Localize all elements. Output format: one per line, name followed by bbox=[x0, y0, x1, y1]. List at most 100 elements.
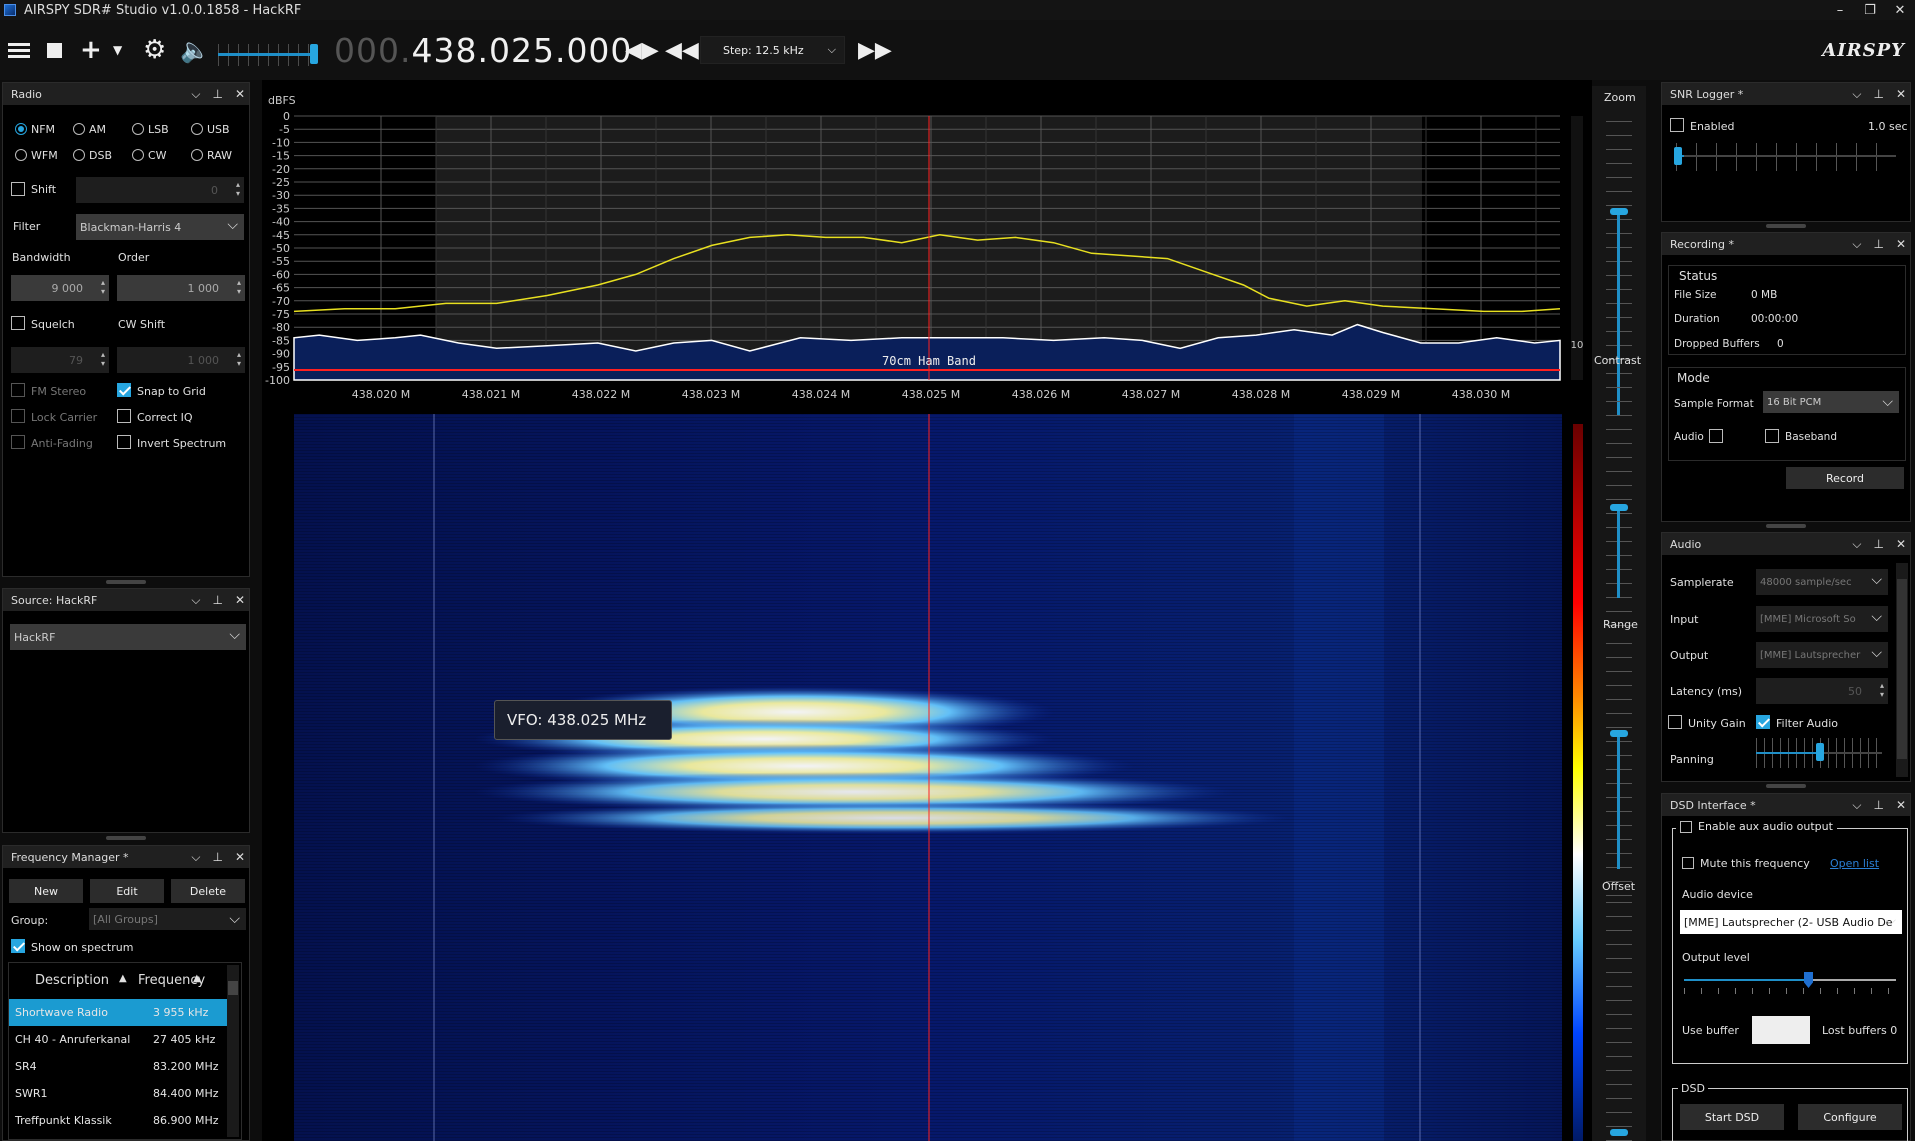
snr-interval-slider[interactable] bbox=[1674, 143, 1896, 171]
audio-scrollbar[interactable] bbox=[1896, 563, 1908, 777]
panel-resize-grip[interactable] bbox=[106, 836, 146, 840]
chevron-down-icon[interactable]: ⌵ bbox=[191, 593, 200, 608]
chevron-down-icon[interactable]: ⌵ bbox=[191, 87, 200, 102]
new-button[interactable]: New bbox=[9, 879, 83, 903]
correct-iq-checkbox[interactable] bbox=[117, 409, 131, 423]
table-row[interactable]: Treffpunkt Klassik 86.900 MHz bbox=[9, 1107, 227, 1134]
output-device-select[interactable]: [MME] Lautsprecher bbox=[1756, 642, 1888, 668]
anti-fading-checkbox[interactable] bbox=[11, 435, 25, 449]
offset-slider[interactable] bbox=[1610, 901, 1628, 1141]
edit-button[interactable]: Edit bbox=[90, 879, 164, 903]
table-row[interactable]: Shortwave Radio 3 955 kHz bbox=[9, 999, 227, 1026]
add-icon[interactable]: + bbox=[80, 20, 102, 80]
latency-input[interactable]: 50 bbox=[1756, 678, 1888, 704]
close-icon[interactable]: ✕ bbox=[235, 593, 245, 607]
pin-icon[interactable]: ⊥ bbox=[1873, 237, 1883, 251]
input-device-select[interactable]: [MME] Microsoft So bbox=[1756, 606, 1888, 632]
mode-dsb-radio[interactable] bbox=[73, 149, 85, 161]
squelch-input[interactable]: 79 bbox=[11, 347, 109, 373]
close-icon[interactable]: ✕ bbox=[1896, 237, 1906, 251]
panel-resize-grip[interactable] bbox=[1766, 524, 1806, 528]
record-button[interactable]: Record bbox=[1786, 467, 1904, 489]
source-device-select[interactable]: HackRF bbox=[10, 624, 246, 650]
chevron-down-icon[interactable]: ⌵ bbox=[1852, 537, 1861, 552]
group-select[interactable]: [All Groups] bbox=[89, 908, 246, 930]
unity-gain-checkbox[interactable] bbox=[1668, 715, 1682, 729]
mode-nfm-radio[interactable] bbox=[15, 123, 27, 135]
pin-icon[interactable]: ⊥ bbox=[1873, 537, 1883, 551]
minimize-button[interactable]: – bbox=[1825, 0, 1855, 20]
sample-format-select[interactable]: 16 Bit PCM bbox=[1763, 391, 1899, 413]
mute-frequency-checkbox[interactable] bbox=[1682, 857, 1694, 869]
step-back-icon[interactable]: ◀◀ bbox=[665, 20, 699, 80]
contrast-slider[interactable] bbox=[1610, 376, 1628, 626]
shift-checkbox[interactable] bbox=[11, 182, 25, 196]
samplerate-select[interactable]: 48000 sample/sec bbox=[1756, 569, 1888, 595]
menu-icon[interactable] bbox=[6, 20, 32, 80]
step-forward-icon[interactable]: ▶▶ bbox=[858, 20, 892, 80]
chevron-down-icon[interactable]: ▼ bbox=[113, 20, 122, 80]
list-scrollbar[interactable] bbox=[227, 965, 239, 1137]
step-select[interactable]: Step: 12.5 kHz ⌵ bbox=[700, 36, 845, 64]
waterfall-display[interactable] bbox=[294, 414, 1562, 1141]
speaker-icon[interactable]: 🔈 bbox=[180, 20, 210, 80]
center-arrows-icon[interactable]: ◀▶ bbox=[625, 20, 659, 80]
snap-to-grid-checkbox[interactable] bbox=[117, 383, 131, 397]
mode-am-radio[interactable] bbox=[73, 123, 85, 135]
pin-icon[interactable]: ⊥ bbox=[212, 87, 222, 101]
frequency-display[interactable]: 000. 438.025.000 bbox=[334, 20, 632, 80]
snr-enabled-checkbox[interactable] bbox=[1670, 118, 1684, 132]
cwshift-input[interactable]: 1 000 bbox=[117, 347, 245, 373]
audio-checkbox[interactable] bbox=[1709, 429, 1723, 443]
output-level-slider[interactable] bbox=[1684, 966, 1896, 996]
mode-raw-radio[interactable] bbox=[191, 149, 203, 161]
filter-select[interactable]: Blackman-Harris 4 bbox=[76, 214, 244, 240]
invert-spectrum-checkbox[interactable] bbox=[117, 435, 131, 449]
squelch-checkbox[interactable] bbox=[11, 316, 25, 330]
bandwidth-input[interactable]: 9 000 bbox=[11, 275, 109, 301]
range-slider[interactable] bbox=[1610, 641, 1628, 896]
maximize-button[interactable]: ❐ bbox=[1855, 0, 1885, 20]
close-icon[interactable]: ✕ bbox=[235, 87, 245, 101]
pin-icon[interactable]: ⊥ bbox=[1873, 87, 1883, 101]
mode-lsb-radio[interactable] bbox=[132, 123, 144, 135]
shift-input[interactable]: 0 bbox=[76, 177, 244, 203]
panel-resize-grip[interactable] bbox=[1766, 784, 1806, 788]
show-on-spectrum-checkbox[interactable] bbox=[11, 939, 25, 953]
volume-slider[interactable] bbox=[218, 20, 320, 80]
pin-icon[interactable]: ⊥ bbox=[1873, 798, 1883, 812]
table-row[interactable]: SWR1 84.400 MHz bbox=[9, 1080, 227, 1107]
chevron-down-icon[interactable]: ⌵ bbox=[1852, 87, 1861, 102]
panning-slider[interactable] bbox=[1756, 738, 1882, 768]
close-icon[interactable]: ✕ bbox=[1896, 798, 1906, 812]
order-input[interactable]: 1 000 bbox=[117, 275, 245, 301]
pin-icon[interactable]: ⊥ bbox=[212, 850, 222, 864]
stop-icon[interactable] bbox=[45, 20, 63, 80]
gear-icon[interactable]: ⚙ bbox=[143, 20, 166, 80]
baseband-checkbox[interactable] bbox=[1765, 429, 1779, 443]
close-icon[interactable]: ✕ bbox=[235, 850, 245, 864]
zoom-slider[interactable] bbox=[1610, 116, 1628, 416]
filter-audio-checkbox[interactable] bbox=[1756, 715, 1770, 729]
chevron-down-icon[interactable]: ⌵ bbox=[1852, 237, 1861, 252]
start-dsd-button[interactable]: Start DSD bbox=[1680, 1104, 1784, 1130]
audio-device-select[interactable]: [MME] Lautsprecher (2- USB Audio De bbox=[1680, 910, 1902, 934]
configure-button[interactable]: Configure bbox=[1798, 1104, 1902, 1130]
close-icon[interactable]: ✕ bbox=[1896, 87, 1906, 101]
lock-carrier-checkbox[interactable] bbox=[11, 409, 25, 423]
panel-resize-grip[interactable] bbox=[106, 580, 146, 584]
panel-resize-grip[interactable] bbox=[1766, 224, 1806, 228]
use-buffer-input[interactable] bbox=[1752, 1016, 1810, 1044]
fm-stereo-checkbox[interactable] bbox=[11, 383, 25, 397]
table-row[interactable]: CH 40 - Anruferkanal 27 405 kHz bbox=[9, 1026, 227, 1053]
column-header-description[interactable]: Description bbox=[35, 973, 109, 988]
close-icon[interactable]: ✕ bbox=[1896, 537, 1906, 551]
chevron-down-icon[interactable]: ⌵ bbox=[1852, 798, 1861, 813]
mode-wfm-radio[interactable] bbox=[15, 149, 27, 161]
mode-usb-radio[interactable] bbox=[191, 123, 203, 135]
chevron-down-icon[interactable]: ⌵ bbox=[191, 850, 200, 865]
close-button[interactable]: ✕ bbox=[1885, 0, 1915, 20]
open-list-link[interactable]: Open list bbox=[1830, 857, 1879, 870]
delete-button[interactable]: Delete bbox=[171, 879, 245, 903]
mode-cw-radio[interactable] bbox=[132, 149, 144, 161]
